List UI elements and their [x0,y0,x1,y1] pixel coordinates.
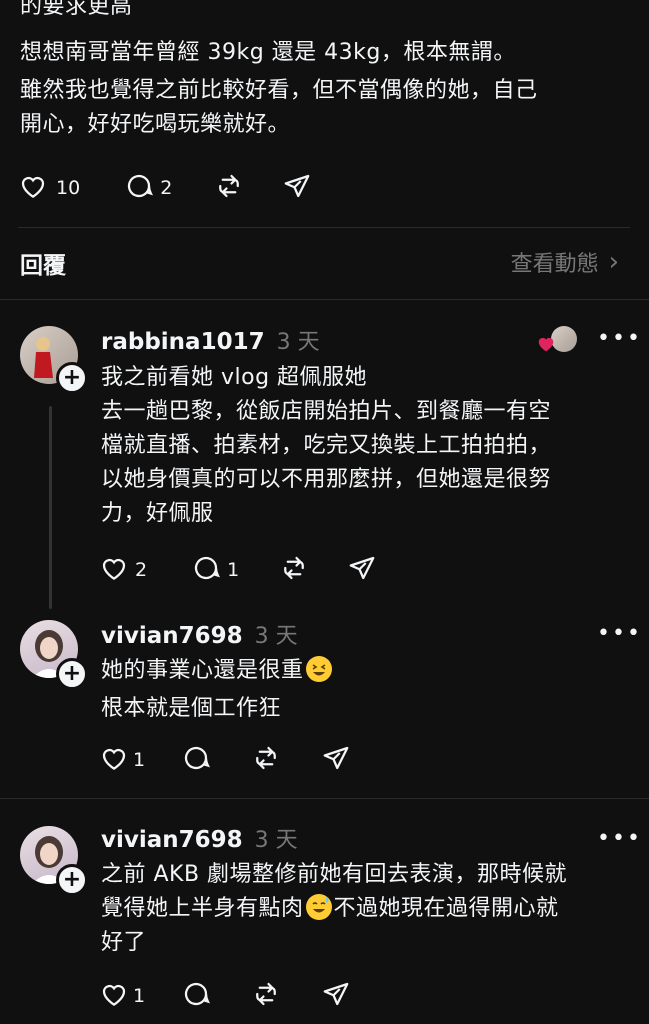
plus-icon[interactable]: + [56,362,88,394]
more-dots-icon[interactable]: ••• [597,621,642,646]
reply-button[interactable]: 1 [191,553,239,588]
heart-icon [18,171,48,206]
post-line: 開心，好好吃喝玩樂就好。 [20,112,291,137]
comment-text: 她的事業心還是很重 根本就是個工作狂 [101,654,334,726]
liked-by-author-badge [537,326,577,354]
reply-button[interactable]: 2 [124,171,172,206]
repost-button[interactable] [279,553,309,588]
repost-icon [251,979,281,1014]
repost-icon [279,553,309,588]
post-line: 想想南哥當年曾經 39kg 還是 43kg，根本無謂。 [20,40,516,65]
send-icon [321,979,351,1014]
comment-actions: 2 1 [99,552,377,588]
like-button[interactable]: 1 [99,743,145,778]
comment-text: 之前 AKB 劇場整修前她有回去表演，那時候就 覺得她上半身有點肉 不過她現在過得… [101,858,567,960]
comment-header: vivian7698 3 天 [101,618,298,650]
comment-line: 我之前看她 vlog 超佩服她 [101,365,368,390]
like-button[interactable]: 2 [99,553,147,588]
post-line: 雖然我也覺得之前比較好看，但不當偶像的她，自己 [20,78,538,103]
avatar[interactable]: + [20,326,88,394]
like-count: 1 [133,749,146,771]
comment-bubble-icon [181,979,211,1014]
plus-icon[interactable]: + [56,864,88,896]
comment-line: 去一趟巴黎，從飯店開始拍片、到餐廳一有空 [101,399,552,424]
repost-icon [214,171,244,206]
share-button[interactable] [321,743,351,778]
reply-button[interactable] [181,743,211,778]
post-line: 的要求更高 [20,0,133,19]
replies-header: 回覆 [20,253,66,279]
comment-line-text: 她的事業心還是很重 [101,658,304,683]
comment-header: vivian7698 3 天 [101,822,298,854]
share-button[interactable] [321,979,351,1014]
comment-line: 覺得她上半身有點肉 不過她現在過得開心就 [101,892,567,926]
send-icon [321,743,351,778]
thread-line [49,406,52,609]
share-button[interactable] [282,171,312,206]
comment-line: 根本就是個工作狂 [101,696,282,721]
post-text: 的要求更高 想想南哥當年曾經 39kg 還是 43kg，根本無謂。 雖然我也覺得… [20,0,538,142]
comment-line: 好了 [101,930,147,955]
heart-icon [99,743,129,778]
like-count: 2 [135,559,148,581]
comment-line-text: 不過她現在過得開心就 [333,896,559,921]
grinning-squinting-face-emoji [305,656,332,682]
reply-count: 2 [160,177,173,199]
reply-button[interactable] [181,979,211,1014]
comment-line: 她的事業心還是很重 [101,654,334,688]
send-icon [347,553,377,588]
avatar[interactable]: + [20,620,88,690]
comment-line-text: 覺得她上半身有點肉 [101,896,304,921]
like-count: 10 [56,177,81,199]
comment-line: 力，好佩服 [101,501,214,526]
repost-button[interactable] [251,979,281,1014]
heart-icon [99,553,129,588]
reply-count: 1 [227,559,240,581]
comment-bubble-icon [124,171,154,206]
timestamp: 3 天 [254,624,298,649]
divider [0,798,649,799]
heart-icon [99,979,129,1014]
share-button[interactable] [347,553,377,588]
avatar[interactable]: + [20,826,88,896]
view-activity-link[interactable]: 查看動態 › [511,246,619,278]
grinning-face-with-sweat-emoji [305,894,332,920]
comment-header: rabbina1017 3 天 [101,324,320,356]
comment-bubble-icon [181,743,211,778]
post-actions: 10 2 [18,170,312,206]
more-dots-icon[interactable]: ••• [597,826,642,851]
plus-icon[interactable]: + [56,658,88,690]
comment-bubble-icon [191,553,221,588]
comment-actions: 1 [99,742,351,778]
comment-line: 檔就直播、拍素材，吃完又換裝上工拍拍拍， [101,433,552,458]
more-dots-icon[interactable]: ••• [597,326,642,351]
comment-actions: 1 [99,978,351,1014]
repost-icon [251,743,281,778]
like-button[interactable]: 10 [18,171,80,206]
view-activity-label: 查看動態 [510,252,599,277]
timestamp: 3 天 [276,330,320,355]
chevron-right-icon: › [608,247,619,277]
username[interactable]: vivian7698 [101,623,243,649]
comment-text: 我之前看她 vlog 超佩服她 去一趟巴黎，從飯店開始拍片、到餐廳一有空 檔就直… [101,361,551,531]
repost-button[interactable] [214,171,244,206]
comment-line: 之前 AKB 劇場整修前她有回去表演，那時候就 [101,862,568,887]
repost-button[interactable] [251,743,281,778]
like-button[interactable]: 1 [99,979,145,1014]
username[interactable]: vivian7698 [101,827,243,853]
comment-line: 以她身價真的可以不用那麼拼，但她還是很努 [101,467,552,492]
username[interactable]: rabbina1017 [101,329,265,355]
divider [0,299,649,300]
timestamp: 3 天 [254,828,298,853]
send-icon [282,171,312,206]
like-count: 1 [133,985,146,1007]
divider [18,227,630,228]
